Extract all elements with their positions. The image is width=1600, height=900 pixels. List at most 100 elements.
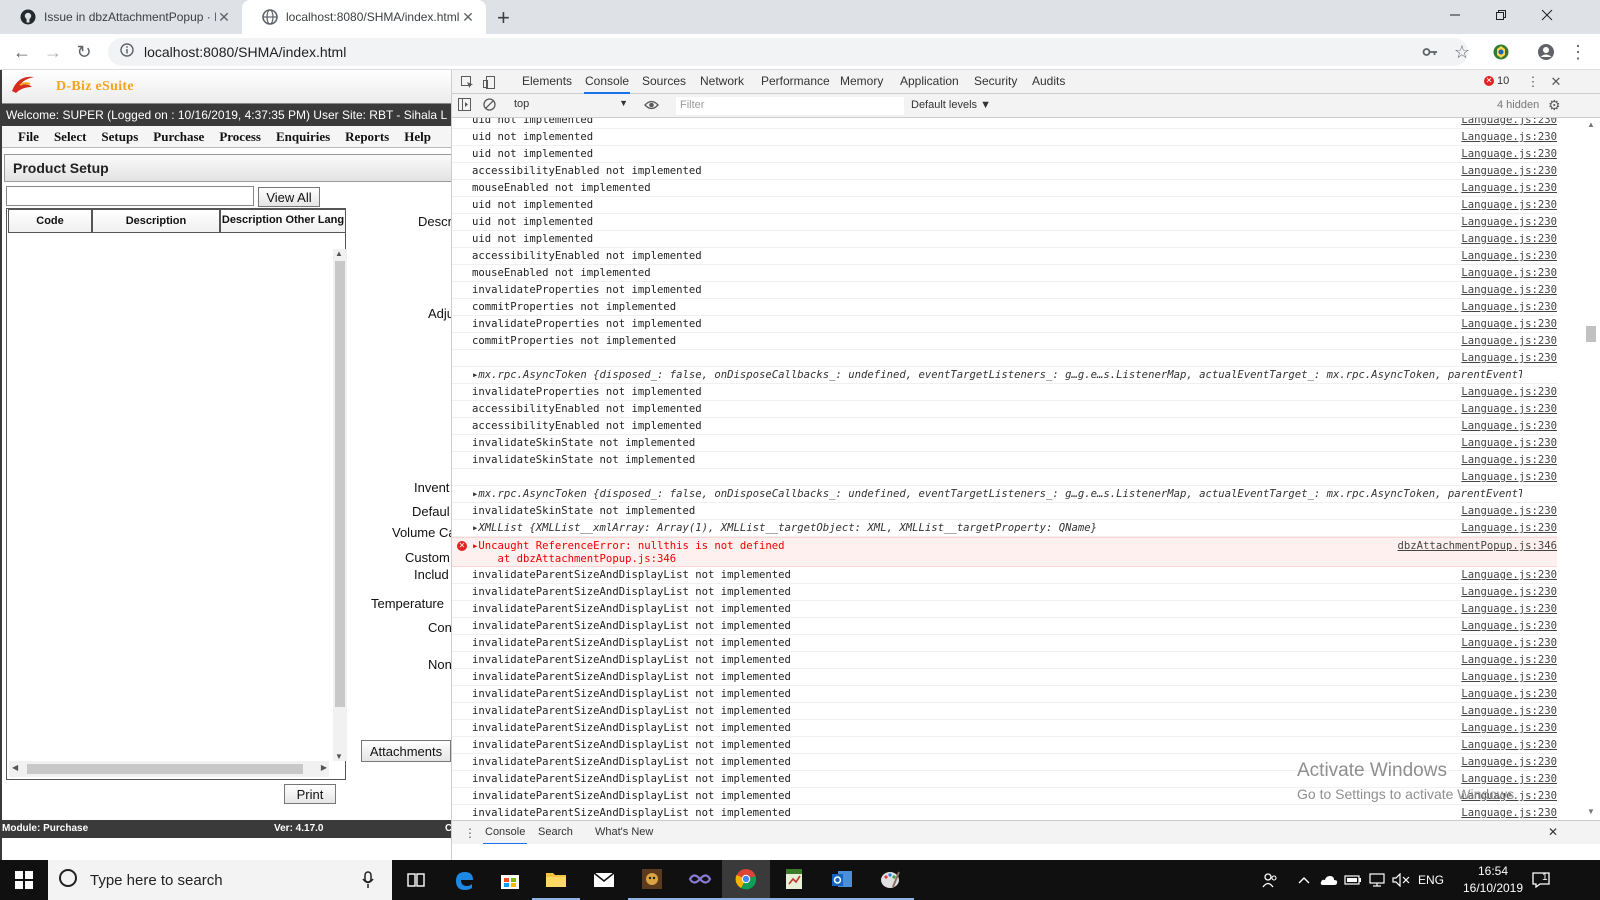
- log-source-link[interactable]: Language.js:230: [1461, 182, 1557, 194]
- log-source-link[interactable]: Language.js:230: [1461, 705, 1557, 717]
- log-source-link[interactable]: Language.js:230: [1461, 586, 1557, 598]
- new-tab-button[interactable]: +: [497, 5, 510, 31]
- console-filter-input[interactable]: Filter: [676, 97, 904, 115]
- log-source-link[interactable]: Language.js:230: [1461, 437, 1557, 449]
- print-button[interactable]: Print: [284, 784, 336, 804]
- game-icon[interactable]: [628, 860, 676, 900]
- devtools-tab-application[interactable]: Application: [900, 70, 959, 94]
- log-source-link[interactable]: Language.js:230: [1461, 148, 1557, 160]
- visual-studio-icon[interactable]: [676, 860, 724, 900]
- drawer-tab-console[interactable]: Console: [483, 821, 528, 845]
- bookmark-star-icon[interactable]: ☆: [1450, 40, 1474, 64]
- paint-icon[interactable]: [866, 860, 914, 900]
- close-tab-icon[interactable]: ✕: [460, 9, 476, 26]
- log-source-link[interactable]: Language.js:230: [1461, 250, 1557, 262]
- log-source-link[interactable]: Language.js:230: [1461, 165, 1557, 177]
- menu-file[interactable]: File: [18, 129, 39, 145]
- log-levels-dropdown[interactable]: Default levels ▼: [911, 99, 991, 111]
- live-expression-eye-icon[interactable]: [644, 99, 659, 114]
- console-object-row[interactable]: ▸mx.rpc.AsyncToken {disposed_: false, on…: [452, 486, 1557, 503]
- microphone-icon[interactable]: [362, 871, 374, 893]
- device-toolbar-icon[interactable]: [480, 73, 498, 91]
- close-tab-icon[interactable]: ✕: [216, 9, 232, 26]
- menu-select[interactable]: Select: [54, 129, 86, 145]
- log-source-link[interactable]: Language.js:230: [1461, 522, 1557, 534]
- product-search-input[interactable]: [6, 186, 254, 206]
- onedrive-cloud-icon[interactable]: [1318, 860, 1340, 900]
- chrome-icon[interactable]: [722, 860, 770, 900]
- log-source-link[interactable]: Language.js:230: [1461, 352, 1557, 364]
- log-source-link[interactable]: Language.js:230: [1461, 637, 1557, 649]
- info-icon[interactable]: [120, 42, 134, 62]
- menu-purchase[interactable]: Purchase: [153, 129, 204, 145]
- notification-center-icon[interactable]: 1: [1526, 860, 1556, 900]
- inspect-element-icon[interactable]: [458, 73, 476, 91]
- console-object-row[interactable]: ▸mx.rpc.AsyncToken {disposed_: false, on…: [452, 367, 1557, 384]
- error-stack-line[interactable]: at dbzAttachmentPopup.js:346: [472, 553, 1522, 565]
- log-source-link[interactable]: Language.js:230: [1461, 603, 1557, 615]
- log-source-link[interactable]: Language.js:230: [1461, 284, 1557, 296]
- drawer-menu-icon[interactable]: ⋮: [464, 826, 476, 840]
- log-source-link[interactable]: Language.js:230: [1461, 301, 1557, 313]
- log-source-link[interactable]: Language.js:230: [1461, 386, 1557, 398]
- outlook-icon[interactable]: [818, 860, 866, 900]
- devtools-tab-network[interactable]: Network: [700, 70, 744, 94]
- drawer-close-icon[interactable]: ✕: [1548, 825, 1558, 839]
- spreadsheet-icon[interactable]: [770, 860, 818, 900]
- console-error-row[interactable]: ✕ ▸Uncaught ReferenceError: nullthis is n…: [452, 537, 1557, 567]
- taskbar-search-box[interactable]: Type here to search: [48, 860, 392, 900]
- log-source-link[interactable]: Language.js:230: [1461, 620, 1557, 632]
- devtools-tab-performance[interactable]: Performance: [761, 70, 830, 94]
- log-source-link[interactable]: Language.js:230: [1461, 722, 1557, 734]
- view-all-button[interactable]: View All: [258, 187, 320, 207]
- log-source-link[interactable]: Language.js:230: [1461, 318, 1557, 330]
- scrollbar-thumb[interactable]: [335, 261, 345, 707]
- console-scrollbar[interactable]: ▲ ▼: [1583, 118, 1599, 818]
- profile-icon[interactable]: [1534, 40, 1558, 64]
- log-source-link[interactable]: Language.js:230: [1461, 233, 1557, 245]
- windows-start-icon[interactable]: [0, 860, 48, 900]
- mail-icon[interactable]: [580, 860, 628, 900]
- product-grid[interactable]: Code Description Description Other Lang …: [6, 208, 347, 780]
- volume-muted-icon[interactable]: [1390, 860, 1412, 900]
- file-explorer-icon[interactable]: [532, 860, 580, 900]
- log-source-link[interactable]: Language.js:230: [1461, 471, 1557, 483]
- console-settings-gear-icon[interactable]: ⚙: [1548, 97, 1561, 114]
- scroll-up-icon[interactable]: ▲: [335, 249, 343, 258]
- edge-icon[interactable]: [440, 860, 488, 900]
- devtools-tab-elements[interactable]: Elements: [522, 70, 572, 94]
- close-window-button[interactable]: [1524, 0, 1570, 30]
- devtools-tab-audits[interactable]: Audits: [1032, 70, 1065, 94]
- devtools-tab-memory[interactable]: Memory: [840, 70, 883, 94]
- log-source-link[interactable]: Language.js:230: [1461, 671, 1557, 683]
- menu-help[interactable]: Help: [404, 129, 431, 145]
- people-icon[interactable]: [1258, 860, 1282, 900]
- battery-icon[interactable]: [1342, 860, 1364, 900]
- devtools-tab-sources[interactable]: Sources: [642, 70, 686, 94]
- menu-process[interactable]: Process: [219, 129, 261, 145]
- log-source-link[interactable]: Language.js:230: [1461, 569, 1557, 581]
- log-source-link[interactable]: Language.js:230: [1461, 807, 1557, 818]
- grid-header-description-other-lang[interactable]: Description Other Lang: [220, 209, 346, 233]
- scrollbar-thumb[interactable]: [1586, 326, 1596, 342]
- menu-reports[interactable]: Reports: [345, 129, 389, 145]
- menu-setups[interactable]: Setups: [101, 129, 138, 145]
- scroll-down-icon[interactable]: ▼: [1587, 807, 1595, 816]
- scroll-right-icon[interactable]: ▶: [321, 763, 327, 772]
- devtools-close-icon[interactable]: ✕: [1547, 73, 1565, 91]
- devtools-menu-icon[interactable]: ⋮: [1524, 73, 1542, 91]
- console-object-row[interactable]: ▸XMLList {XMLList__xmlArray: Array(1), X…: [452, 520, 1557, 537]
- log-source-link[interactable]: Language.js:230: [1461, 420, 1557, 432]
- grid-header-description[interactable]: Description: [92, 209, 220, 233]
- minimize-window-button[interactable]: [1432, 0, 1478, 30]
- address-bar[interactable]: localhost:8080/SHMA/index.html: [108, 38, 1468, 66]
- log-source-link[interactable]: Language.js:230: [1461, 267, 1557, 279]
- key-icon[interactable]: [1418, 40, 1442, 64]
- forward-icon[interactable]: →: [41, 40, 65, 64]
- log-source-link[interactable]: Language.js:230: [1461, 131, 1557, 143]
- store-icon[interactable]: [486, 860, 534, 900]
- taskbar-clock[interactable]: 16:54 16/10/2019: [1458, 863, 1528, 897]
- grid-horizontal-scrollbar[interactable]: ◀ ▶: [9, 761, 329, 777]
- log-source-link[interactable]: Language.js:230: [1461, 688, 1557, 700]
- scroll-up-icon[interactable]: ▲: [1587, 120, 1595, 129]
